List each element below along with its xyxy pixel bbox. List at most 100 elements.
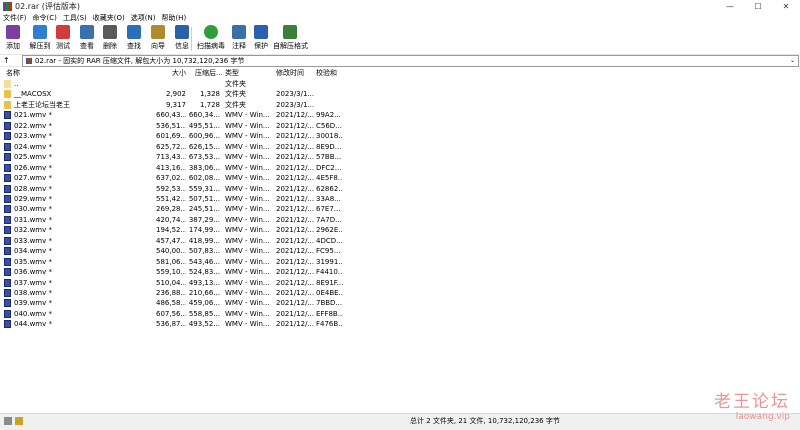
menu-bar: 文件(F) 命令(C) 工具(S) 收藏夹(O) 选项(N) 帮助(H) — [0, 13, 800, 24]
toolbar-button-label: 保护 — [254, 42, 268, 50]
close-button[interactable]: ✕ — [772, 0, 800, 13]
cell-crc: 67E7... — [316, 205, 341, 214]
list-item[interactable]: 030.wmv * 269,28... 245,51... WMV - Win... 2… — [0, 204, 343, 214]
cell-type: WMV - Win... — [225, 163, 270, 172]
cell-size: 486,58... — [156, 299, 186, 308]
toolbar-button-label: 查找 — [127, 42, 141, 50]
toolbar-button-7[interactable]: 信息 — [171, 25, 193, 53]
list-item[interactable]: 027.wmv * 637,02... 602,08... WMV - Win... 2… — [0, 173, 343, 183]
list-item[interactable]: 021.wmv * 660,43... 660,34... WMV - Win... 2… — [0, 110, 343, 120]
list-item[interactable]: 040.wmv * 607,56... 558,85... WMV - Win... 2… — [0, 309, 343, 319]
cell-modified: 2023/3/1... — [276, 90, 315, 99]
toolbar-button-1[interactable]: 解压到 — [29, 25, 51, 53]
cell-packed: 383,06... — [188, 163, 220, 172]
list-item[interactable]: 035.wmv * 581,06... 543,46... WMV - Win... 2… — [0, 257, 343, 267]
cell-size: 660,43... — [156, 111, 186, 120]
list-item[interactable]: 034.wmv * 540,00... 507,83... WMV - Win... 2… — [0, 246, 343, 256]
wizard-icon — [151, 25, 165, 39]
cell-packed: 660,34... — [188, 111, 220, 120]
cell-type: WMV - Win... — [225, 309, 270, 318]
list-item[interactable]: 022.wmv * 536,51... 495,51... WMV - Win... 2… — [0, 121, 343, 131]
list-item[interactable]: 024.wmv * 625,72... 626,15... WMV - Win... 2… — [0, 142, 343, 152]
menu-file[interactable]: 文件(F) — [0, 13, 30, 24]
cell-type: WMV - Win... — [225, 174, 270, 183]
cell-packed: 626,15... — [188, 142, 220, 151]
comment-icon — [232, 25, 246, 39]
up-folder-button[interactable]: ↑ — [3, 55, 17, 66]
list-item[interactable]: 025.wmv * 713,43... 673,53... WMV - Win... 2… — [0, 152, 343, 162]
folder-icon — [4, 100, 11, 109]
cell-crc: 8E91F... — [316, 278, 343, 287]
toolbar-button-3[interactable]: 查看 — [76, 25, 98, 53]
toolbar-button-5[interactable]: 查找 — [123, 25, 145, 53]
column-header-crc[interactable]: 校验和 — [316, 68, 337, 79]
toolbar-separator — [191, 27, 192, 51]
toolbar-button-8[interactable]: 扫描病毒 — [194, 25, 228, 53]
cell-packed: 507,83... — [188, 247, 220, 256]
toolbar-button-label: 添加 — [6, 42, 20, 50]
list-item[interactable]: __MACOSX 2,902 1,328 文件夹 2023/3/1... — [0, 89, 343, 99]
column-header-name[interactable]: 名称 — [6, 68, 20, 79]
chevron-down-icon[interactable]: ⌄ — [790, 56, 795, 66]
menu-tools[interactable]: 工具(S) — [60, 13, 90, 24]
list-item[interactable]: 023.wmv * 601,69... 600,96... WMV - Win... 2… — [0, 131, 343, 141]
list-item[interactable]: 033.wmv * 457,47... 418,99... WMV - Win... 2… — [0, 236, 343, 246]
archive-icon — [26, 58, 32, 64]
maximize-button[interactable]: ☐ — [744, 0, 772, 13]
cell-modified: 2021/12/... — [276, 121, 315, 130]
cell-crc: EFF8B... — [316, 309, 343, 318]
cell-modified: 2021/12/... — [276, 132, 315, 141]
cell-packed: 387,29... — [188, 215, 220, 224]
cell-crc: 2962E... — [316, 226, 343, 235]
column-header-packed[interactable]: 压缩后... — [195, 68, 223, 79]
cell-packed: 602,08... — [188, 174, 220, 183]
cell-crc: 33A8... — [316, 194, 341, 203]
cell-crc: 4DCD... — [316, 236, 343, 245]
menu-favorites[interactable]: 收藏夹(O) — [90, 13, 128, 24]
toolbar-button-11[interactable]: 自解压格式 — [273, 25, 308, 53]
column-header-modified[interactable]: 修改时间 — [276, 68, 304, 79]
list-item[interactable]: .. 文件夹 — [0, 79, 343, 89]
toolbar-button-10[interactable]: 保护 — [250, 25, 272, 53]
column-header-size[interactable]: 大小 — [172, 68, 186, 79]
extract-to-icon — [33, 25, 47, 39]
cell-packed: 600,96... — [188, 132, 220, 141]
list-item[interactable]: 028.wmv * 592,53... 559,31... WMV - Win... 2… — [0, 184, 343, 194]
toolbar-button-9[interactable]: 注释 — [228, 25, 250, 53]
list-item[interactable]: 037.wmv * 510,04... 493,13... WMV - Win... 2… — [0, 278, 343, 288]
list-item[interactable]: 044.wmv * 536,87... 493,52... WMV - Win... 2… — [0, 319, 343, 329]
list-item[interactable]: 038.wmv * 236,88... 210,66... WMV - Win... 2… — [0, 288, 343, 298]
toolbar-button-4[interactable]: 删除 — [99, 25, 121, 53]
address-field[interactable]: 02.rar - 固实的 RAR 压缩文件, 解包大小为 10,732,120,… — [22, 55, 799, 67]
toolbar-button-0[interactable]: 添加 — [2, 25, 24, 53]
list-item[interactable]: 032.wmv * 194,52... 174,99... WMV - Win... 2… — [0, 225, 343, 235]
cell-size: 536,51... — [156, 121, 186, 130]
menu-commands[interactable]: 命令(C) — [30, 13, 60, 24]
video-file-icon — [4, 111, 11, 120]
cell-name: 030.wmv * — [14, 205, 52, 214]
toolbar-button-label: 删除 — [103, 42, 117, 50]
cell-name: 037.wmv * — [14, 278, 52, 287]
list-item[interactable]: 031.wmv * 420,74... 387,29... WMV - Win... 2… — [0, 215, 343, 225]
minimize-button[interactable]: — — [716, 0, 744, 13]
menu-help[interactable]: 帮助(H) — [158, 13, 189, 24]
column-header-type[interactable]: 类型 — [225, 68, 239, 79]
list-item[interactable]: 036.wmv * 559,10... 524,83... WMV - Win... 2… — [0, 267, 343, 277]
cell-size: 607,56... — [156, 309, 186, 318]
cell-name: 026.wmv * — [14, 163, 52, 172]
cell-name: 029.wmv * — [14, 194, 52, 203]
toolbar-button-2[interactable]: 测试 — [52, 25, 74, 53]
list-item[interactable]: 上老王论坛当老王 9,317 1,728 文件夹 2023/3/1... — [0, 100, 343, 110]
list-item[interactable]: 039.wmv * 486,58... 459,06... WMV - Win... 2… — [0, 298, 343, 308]
list-item[interactable]: 029.wmv * 551,42... 507,51... WMV - Win... 2… — [0, 194, 343, 204]
cell-modified: 2021/12/... — [276, 153, 315, 162]
cell-crc: FC95... — [316, 247, 341, 256]
cell-name: 035.wmv * — [14, 257, 52, 266]
toolbar-button-6[interactable]: 向导 — [147, 25, 169, 53]
list-item[interactable]: 026.wmv * 413,16... 383,06... WMV - Win... 2… — [0, 163, 343, 173]
video-file-icon — [4, 289, 11, 297]
menu-options[interactable]: 选项(N) — [128, 13, 159, 24]
cell-name: 025.wmv * — [14, 153, 52, 162]
cell-type: WMV - Win... — [225, 184, 270, 193]
status-summary: 总计 2 文件夹, 21 文件, 10,732,120,236 字节 — [410, 417, 560, 425]
